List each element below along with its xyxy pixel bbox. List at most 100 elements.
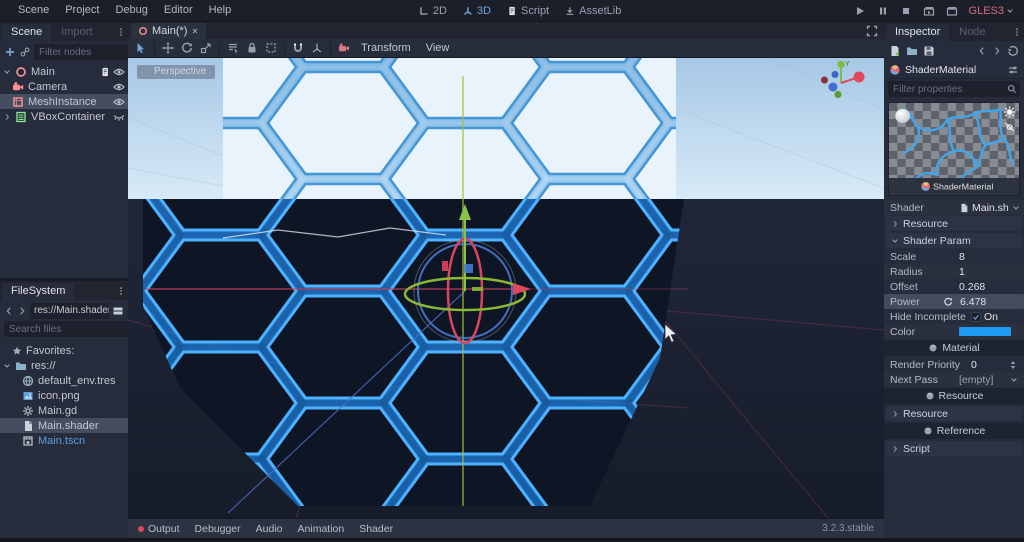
- material-preview[interactable]: ShaderMaterial: [888, 102, 1020, 196]
- color-swatch[interactable]: [959, 327, 1011, 336]
- group-object-button[interactable]: [265, 42, 277, 54]
- property-row-hide-incomplete[interactable]: Hide Incomplete On: [884, 309, 1024, 324]
- tab-import[interactable]: Import: [52, 24, 101, 41]
- folder-row-res[interactable]: res://: [0, 358, 128, 373]
- collapse-icon[interactable]: [3, 362, 11, 370]
- pause-button[interactable]: [877, 5, 889, 17]
- history-back-button[interactable]: [4, 306, 14, 316]
- dock-menu-icon[interactable]: [116, 286, 126, 296]
- property-row-radius[interactable]: Radius 1: [884, 264, 1024, 279]
- local-space-toggle[interactable]: [311, 42, 323, 54]
- new-scene-tab-button[interactable]: [206, 27, 220, 39]
- file-row-icon-png[interactable]: icon.png: [0, 388, 128, 403]
- dock-menu-icon[interactable]: [116, 27, 126, 37]
- history-back-button[interactable]: [977, 46, 987, 56]
- snap-toggle-button[interactable]: [292, 42, 304, 54]
- close-tab-icon[interactable]: [191, 27, 199, 35]
- tab-inspector[interactable]: Inspector: [886, 24, 950, 41]
- workspace-script-button[interactable]: Script: [507, 5, 549, 17]
- distraction-free-toggle[interactable]: [866, 25, 878, 37]
- filter-properties-input[interactable]: [893, 83, 1004, 95]
- save-resource-button[interactable]: [923, 45, 935, 57]
- stop-button[interactable]: [900, 5, 912, 17]
- collapse-icon[interactable]: [3, 68, 11, 76]
- section-script[interactable]: Script: [886, 441, 1022, 456]
- display-mode-toggle[interactable]: [112, 305, 124, 317]
- tree-node-main[interactable]: Main: [0, 64, 128, 79]
- viewport-3d[interactable]: Y Perspective: [128, 58, 884, 518]
- play-scene-button[interactable]: [923, 5, 935, 17]
- file-row-main-gd[interactable]: Main.gd: [0, 403, 128, 418]
- next-pass-dropdown-icon[interactable]: [1010, 376, 1018, 384]
- list-select-button[interactable]: [227, 42, 239, 54]
- property-row-render-priority[interactable]: Render Priority 0: [884, 357, 1024, 372]
- menu-editor[interactable]: Editor: [156, 0, 201, 21]
- history-icon[interactable]: [1007, 45, 1019, 57]
- bottom-tab-output[interactable]: Output: [138, 523, 180, 535]
- section-resource[interactable]: Resource: [886, 216, 1022, 231]
- shader-dropdown-icon[interactable]: [1012, 204, 1020, 212]
- property-row-next-pass[interactable]: Next Pass [empty]: [884, 372, 1024, 387]
- bottom-tab-audio[interactable]: Audio: [256, 523, 283, 535]
- visibility-toggle[interactable]: [113, 66, 125, 78]
- scale-tool-button[interactable]: [200, 42, 212, 54]
- add-node-button[interactable]: [4, 46, 16, 58]
- select-tool-button[interactable]: [135, 42, 147, 54]
- expand-icon[interactable]: [3, 113, 11, 121]
- visibility-toggle-hidden[interactable]: [113, 111, 125, 123]
- tab-filesystem[interactable]: FileSystem: [2, 283, 75, 300]
- camera-preview-icon[interactable]: [338, 42, 350, 54]
- search-files-input[interactable]: [9, 323, 141, 335]
- viewport-canvas[interactable]: Y: [128, 58, 884, 518]
- tab-node[interactable]: Node: [950, 24, 994, 41]
- workspace-assetlib-button[interactable]: AssetLib: [565, 5, 621, 17]
- renderer-select[interactable]: GLES3: [969, 5, 1014, 17]
- play-button[interactable]: [854, 5, 866, 17]
- lock-object-button[interactable]: [246, 42, 258, 54]
- bottom-tab-animation[interactable]: Animation: [298, 523, 345, 535]
- shader-property-row[interactable]: Shader Main.sh: [884, 200, 1024, 215]
- visibility-toggle[interactable]: [113, 81, 125, 93]
- visibility-toggle[interactable]: [113, 96, 125, 108]
- history-forward-button[interactable]: [17, 306, 27, 316]
- dock-menu-icon[interactable]: [1012, 27, 1022, 37]
- transform-menu[interactable]: Transform: [357, 42, 415, 54]
- tree-node-meshinstance[interactable]: MeshInstance: [0, 94, 128, 109]
- script-badge-icon[interactable]: [100, 67, 110, 77]
- resource-tools-button[interactable]: [1007, 64, 1019, 76]
- file-row-default-env[interactable]: default_env.tres: [0, 373, 128, 388]
- scene-tab-main[interactable]: Main(*): [131, 23, 207, 39]
- property-row-power[interactable]: Power 6.478: [884, 294, 1024, 309]
- spinner-updown-icon[interactable]: [1008, 360, 1018, 370]
- menu-project[interactable]: Project: [57, 0, 107, 21]
- new-resource-button[interactable]: [889, 45, 901, 57]
- rotate-tool-button[interactable]: [181, 42, 193, 54]
- move-tool-button[interactable]: [162, 42, 174, 54]
- load-resource-button[interactable]: [906, 45, 918, 57]
- file-row-main-shader[interactable]: Main.shader: [0, 418, 128, 433]
- tree-node-vboxcontainer[interactable]: VBoxContainer: [0, 109, 128, 124]
- section-resource-2[interactable]: Resource: [886, 406, 1022, 421]
- property-row-offset[interactable]: Offset 0.268: [884, 279, 1024, 294]
- instance-scene-button[interactable]: [20, 47, 30, 57]
- favorites-row[interactable]: Favorites:: [0, 343, 128, 358]
- play-custom-scene-button[interactable]: [946, 5, 958, 17]
- view-menu[interactable]: View: [422, 42, 454, 54]
- tree-node-camera[interactable]: Camera: [0, 79, 128, 94]
- edited-resource-row[interactable]: ShaderMaterial: [884, 61, 1024, 79]
- menu-help[interactable]: Help: [201, 0, 240, 21]
- menu-debug[interactable]: Debug: [107, 0, 155, 21]
- workspace-2d-button[interactable]: 2D: [419, 5, 447, 17]
- current-path[interactable]: res://Main.shader: [30, 303, 109, 319]
- workspace-3d-button[interactable]: 3D: [463, 5, 491, 17]
- preview-sphere-toggle[interactable]: [895, 109, 910, 123]
- tab-scene[interactable]: Scene: [2, 24, 52, 41]
- perspective-button[interactable]: Perspective: [137, 65, 216, 79]
- file-row-main-tscn[interactable]: Main.tscn: [0, 433, 128, 448]
- property-row-color[interactable]: Color: [884, 324, 1024, 339]
- menu-scene[interactable]: Scene: [10, 0, 57, 21]
- property-row-scale[interactable]: Scale 8: [884, 249, 1024, 264]
- section-shader-param[interactable]: Shader Param: [886, 233, 1022, 248]
- hide-incomplete-checkbox[interactable]: [971, 311, 981, 322]
- bottom-tab-debugger[interactable]: Debugger: [195, 523, 241, 535]
